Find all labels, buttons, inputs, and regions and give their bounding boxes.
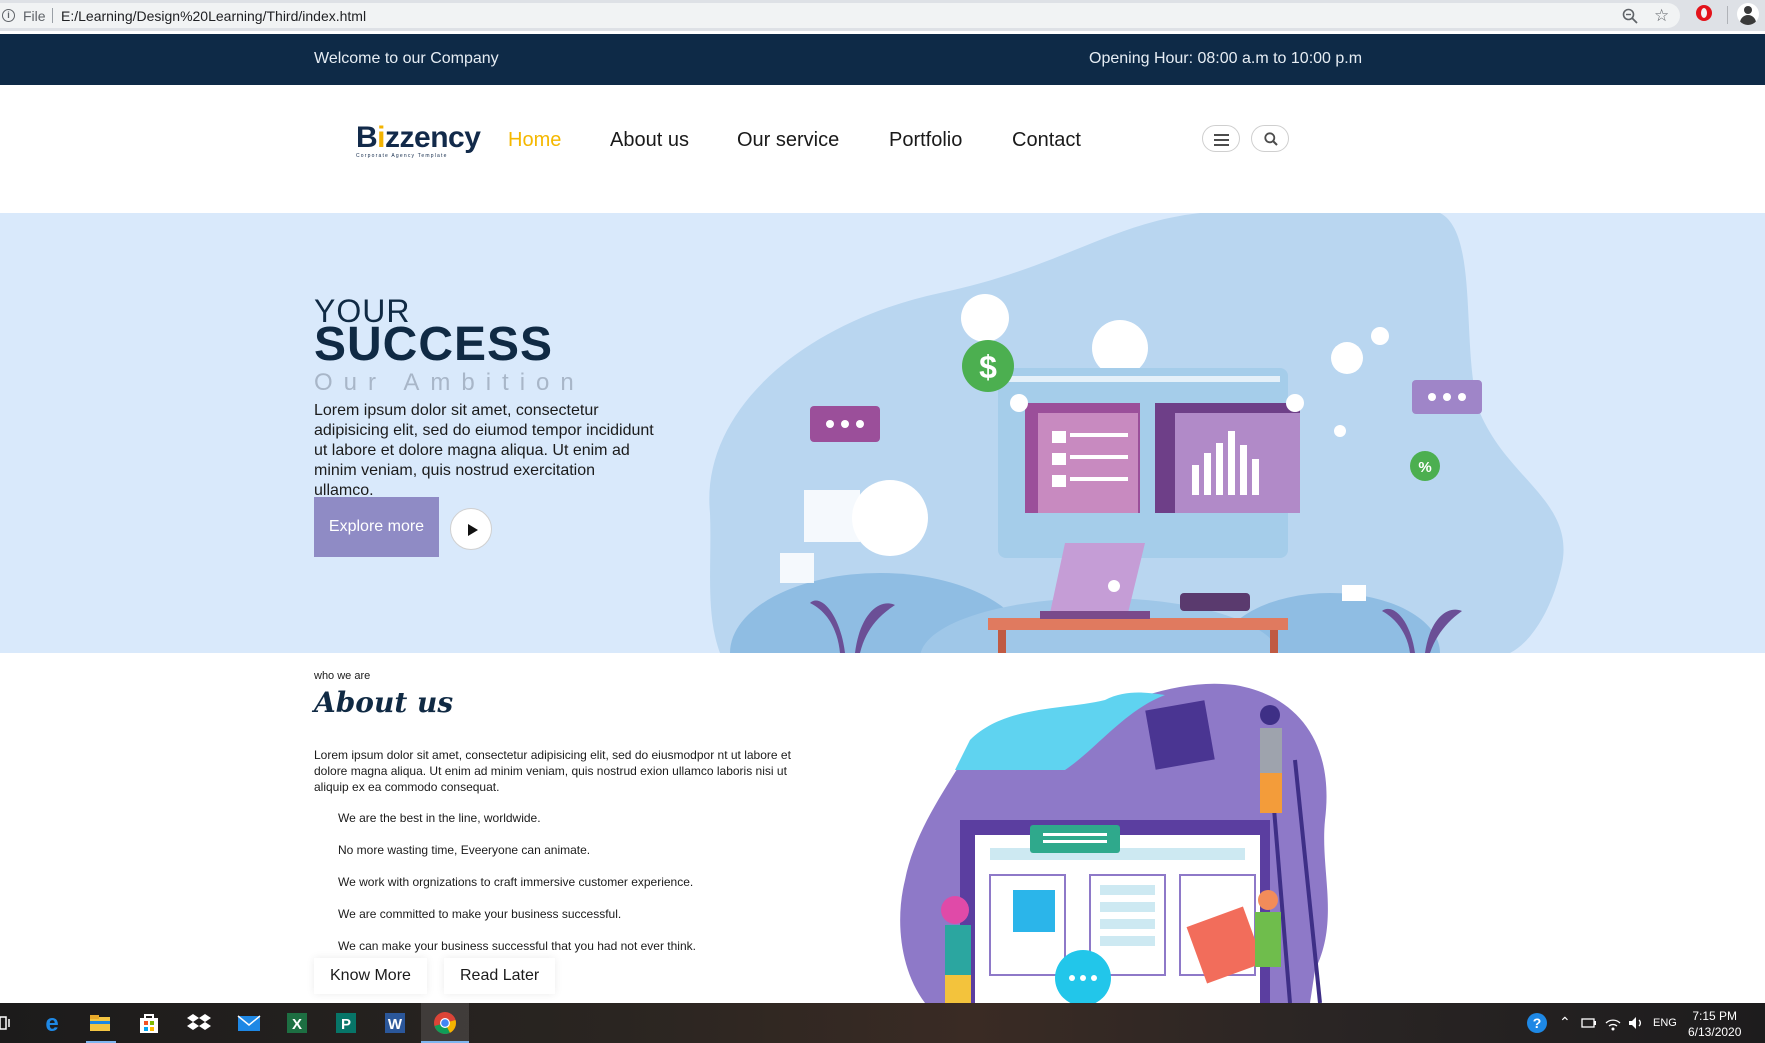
site-header: Bizzency Corporate Agency Template Home …	[0, 85, 1765, 213]
know-more-button[interactable]: Know More	[314, 958, 427, 994]
list-item: No more wasting time, Eveeryone can anim…	[338, 843, 591, 857]
battery-icon[interactable]	[1580, 1011, 1598, 1035]
page: i File E:/Learning/Design%20Learning/Thi…	[0, 0, 1765, 1043]
file-explorer-icon[interactable]	[88, 1011, 112, 1035]
wifi-icon[interactable]	[1604, 1011, 1622, 1035]
list-item: We work with orgnizations to craft immer…	[338, 875, 694, 889]
task-view-icon[interactable]	[0, 1011, 24, 1035]
about-illustration	[900, 683, 1328, 1003]
about-title: About us	[314, 686, 454, 719]
read-later-button[interactable]: Read Later	[444, 958, 556, 994]
clock-time: 7:15 PM	[1692, 1009, 1738, 1023]
about-points: We are the best in the line, worldwide. …	[338, 810, 696, 970]
bookmark-star-icon[interactable]: ☆	[1654, 6, 1669, 26]
file-label: File	[23, 8, 46, 24]
language-indicator[interactable]: ENG	[1653, 1017, 1677, 1029]
welcome-text: Welcome to our Company	[314, 50, 499, 67]
about-eyebrow: who we are	[314, 670, 371, 682]
word-icon[interactable]: W	[383, 1011, 407, 1035]
search-icon	[1264, 132, 1278, 146]
brand-logo[interactable]: Bizzency Corporate Agency Template	[356, 121, 481, 159]
about-description: Lorem ipsum dolor sit amet, consectetur …	[314, 748, 791, 794]
svg-text:W: W	[388, 1016, 403, 1033]
hero-line-2: SUCCESS	[314, 318, 554, 371]
nav-about-us[interactable]: About us	[610, 129, 689, 152]
clock-date: 6/13/2020	[1688, 1025, 1742, 1039]
hamburger-menu-icon	[1214, 134, 1229, 149]
nav-home[interactable]: Home	[508, 129, 561, 152]
nav-contact[interactable]: Contact	[1012, 129, 1081, 152]
svg-text:X: X	[292, 1016, 302, 1033]
divider	[52, 8, 53, 23]
search-button[interactable]	[1251, 125, 1289, 152]
hero-illustration: $ %	[709, 213, 1564, 653]
list-item: We are committed to make your business s…	[338, 907, 622, 921]
logo-letter-i: i	[377, 121, 386, 154]
nav-portfolio[interactable]: Portfolio	[889, 129, 962, 152]
tray-overflow-icon[interactable]: ⌃	[1559, 1014, 1571, 1031]
profile-avatar-icon[interactable]	[1737, 3, 1759, 25]
opera-icon[interactable]	[1696, 5, 1712, 21]
browser-toolbar: i File E:/Learning/Design%20Learning/Thi…	[0, 0, 1765, 31]
address-bar[interactable]: i File E:/Learning/Design%20Learning/Thi…	[0, 3, 1680, 28]
info-icon[interactable]: i	[2, 9, 15, 22]
svg-text:?: ?	[1533, 1015, 1542, 1031]
help-icon[interactable]: ?	[1525, 1011, 1549, 1035]
mail-icon[interactable]	[237, 1011, 261, 1035]
logo-wordmark: zzency	[385, 121, 481, 154]
hero-description: Lorem ipsum dolor sit amet, consectetur …	[314, 402, 654, 499]
menu-button[interactable]	[1202, 125, 1240, 152]
store-icon[interactable]	[137, 1011, 161, 1035]
list-item: We are the best in the line, worldwide.	[338, 811, 541, 825]
opening-hours: Opening Hour: 08:00 a.m to 10:00 p.m	[1089, 50, 1363, 67]
svg-text:%: %	[1418, 459, 1431, 476]
windows-taskbar: e X P W ? ⌃ ENG 7:15 PM 6/13/2020	[0, 1003, 1765, 1043]
volume-icon[interactable]	[1627, 1011, 1645, 1035]
logo-letter: B	[356, 121, 378, 154]
svg-text:P: P	[341, 1016, 351, 1033]
chrome-icon[interactable]	[433, 1011, 457, 1035]
svg-text:$: $	[979, 349, 997, 385]
hero-line-3: Our Ambition	[314, 369, 585, 396]
zoom-out-icon[interactable]	[1622, 8, 1638, 24]
edge-icon[interactable]: e	[40, 1011, 64, 1035]
svg-text:e: e	[45, 1011, 58, 1035]
url-text[interactable]: E:/Learning/Design%20Learning/Third/inde…	[61, 8, 366, 24]
hero-section: YOUR SUCCESS Our Ambition Lorem ipsum do…	[0, 213, 1765, 653]
excel-icon[interactable]: X	[285, 1011, 309, 1035]
explore-more-button[interactable]: Explore more	[314, 497, 439, 557]
nav-our-service[interactable]: Our service	[737, 129, 839, 152]
system-clock[interactable]: 7:15 PM 6/13/2020	[1688, 1008, 1741, 1040]
dropbox-icon[interactable]	[187, 1011, 211, 1035]
play-icon[interactable]	[450, 508, 492, 550]
divider	[1727, 6, 1728, 24]
top-info-bar: Welcome to our Company Opening Hour: 08:…	[0, 34, 1765, 85]
publisher-icon[interactable]: P	[334, 1011, 358, 1035]
